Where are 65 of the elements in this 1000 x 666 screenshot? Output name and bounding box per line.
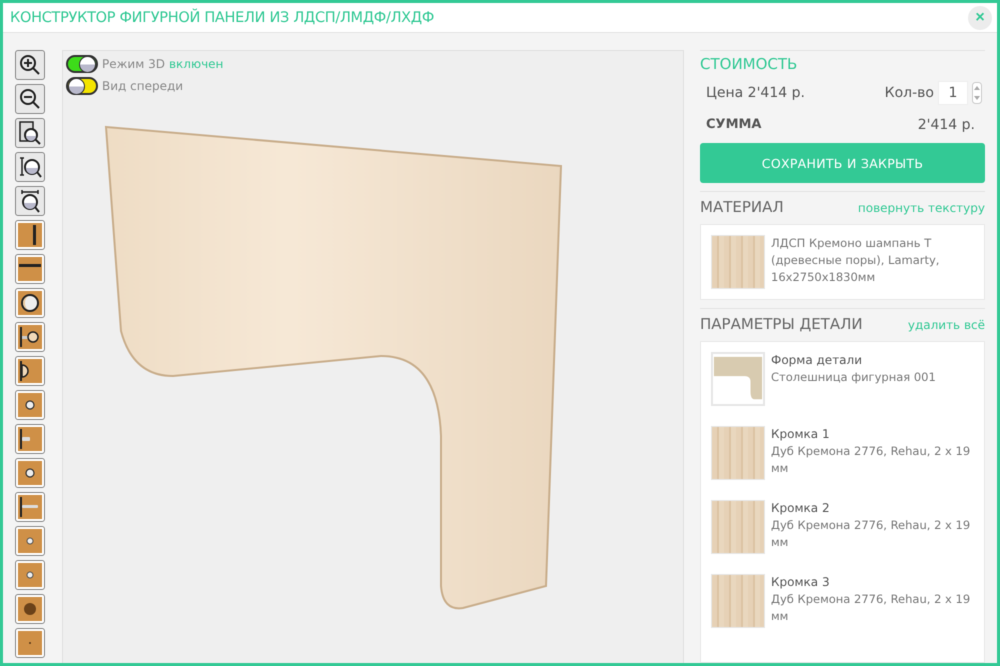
tiny-hole-icon — [18, 529, 42, 553]
section-title: МАТЕРИАЛ — [700, 198, 784, 216]
panel-shape-thumbnail — [711, 352, 765, 406]
rotate-texture-link[interactable]: повернуть текстуру — [858, 201, 985, 215]
side-stub-icon — [18, 427, 42, 451]
zoom-out-icon — [18, 87, 42, 111]
toggle-switch[interactable] — [66, 55, 98, 73]
tool-button[interactable] — [15, 390, 45, 420]
close-button[interactable]: × — [968, 6, 992, 30]
parameter-name: Кромка 2 — [771, 500, 831, 517]
delete-all-link[interactable]: удалить всё — [908, 318, 985, 332]
section-title: ПАРАМЕТРЫ ДЕТАЛИ — [700, 315, 863, 333]
section-title: СТОИМОСТЬ — [700, 50, 985, 73]
tool-button[interactable] — [15, 322, 45, 352]
material-description: ЛДСП Кремоно шампань Т (древесные поры), Lamarty, 16х2750х1830мм — [771, 235, 940, 286]
parameter-value: Столешница фигурная 001 — [771, 369, 936, 386]
vertical-edge-icon — [18, 223, 42, 247]
zoom-page-icon — [18, 121, 42, 145]
quantity-label: Кол-во — [884, 85, 934, 101]
tool-button[interactable] — [15, 424, 45, 454]
small-hole-icon — [18, 393, 42, 417]
tool-button[interactable] — [15, 492, 45, 522]
side-slot-icon — [18, 495, 42, 519]
tool-button[interactable] — [15, 50, 45, 80]
window-title: КОНСТРУКТОР ФИГУРНОЙ ПАНЕЛИ ИЗ ЛДСП/ЛМДФ/ЛХДФ — [10, 10, 434, 26]
sum-value: 2'414 р. — [918, 117, 975, 133]
save-close-button[interactable]: СОХРАНИТЬ И ЗАКРЫТЬ — [700, 143, 985, 183]
dark-hole-icon — [18, 597, 42, 621]
toggle-status: включен — [168, 57, 224, 71]
parameter-name: Кромка 3 — [771, 574, 831, 591]
parameter-value: Дуб Кремона 2776, Rehau, 2 x 19 мм — [771, 443, 972, 477]
parameter-name: Кромка 1 — [771, 426, 831, 443]
spinner-icon — [972, 82, 982, 104]
tool-button[interactable] — [15, 220, 45, 250]
parameter-name: Форма детали — [771, 352, 864, 369]
sum-label: СУММА — [706, 117, 762, 133]
toggle-label: Вид спереди — [102, 79, 184, 93]
zoom-height-icon — [18, 155, 42, 179]
price-text: Цена 2'414 р. — [706, 85, 805, 101]
zoom-in-icon — [18, 53, 42, 77]
side-hole-icon — [18, 325, 42, 349]
tool-button[interactable] — [15, 288, 45, 318]
edge-texture-swatch — [711, 500, 765, 554]
parameter-value: Дуб Кремона 2776, Rehau, 2 x 19 мм — [771, 517, 972, 551]
large-hole-icon — [18, 291, 42, 315]
tool-button[interactable] — [15, 458, 45, 488]
quantity-field[interactable]: 1 — [938, 81, 968, 105]
tool-button[interactable] — [15, 594, 45, 624]
tool-button[interactable] — [15, 118, 45, 148]
tool-button[interactable] — [15, 356, 45, 386]
horizontal-edge-icon — [18, 257, 42, 281]
toggle-label: Режим 3D — [102, 57, 165, 71]
wood-texture-swatch — [711, 235, 765, 289]
edge-texture-swatch — [711, 426, 765, 480]
tool-button[interactable] — [15, 152, 45, 182]
edge-texture-swatch — [711, 574, 765, 628]
tiny-hole-icon — [18, 563, 42, 587]
tool-button[interactable] — [15, 186, 45, 216]
tool-button[interactable] — [15, 254, 45, 284]
tool-button[interactable] — [15, 84, 45, 114]
half-hole-icon — [18, 359, 42, 383]
small-hole-icon — [18, 461, 42, 485]
toggle-switch[interactable] — [66, 77, 98, 95]
material-card[interactable]: ЛДСП Кремоно шампань Т (древесные поры), Lamarty, 16х2750х1830мм — [700, 224, 985, 300]
parameter-value: Дуб Кремона 2776, Rehau, 2 x 19 мм — [771, 591, 972, 625]
